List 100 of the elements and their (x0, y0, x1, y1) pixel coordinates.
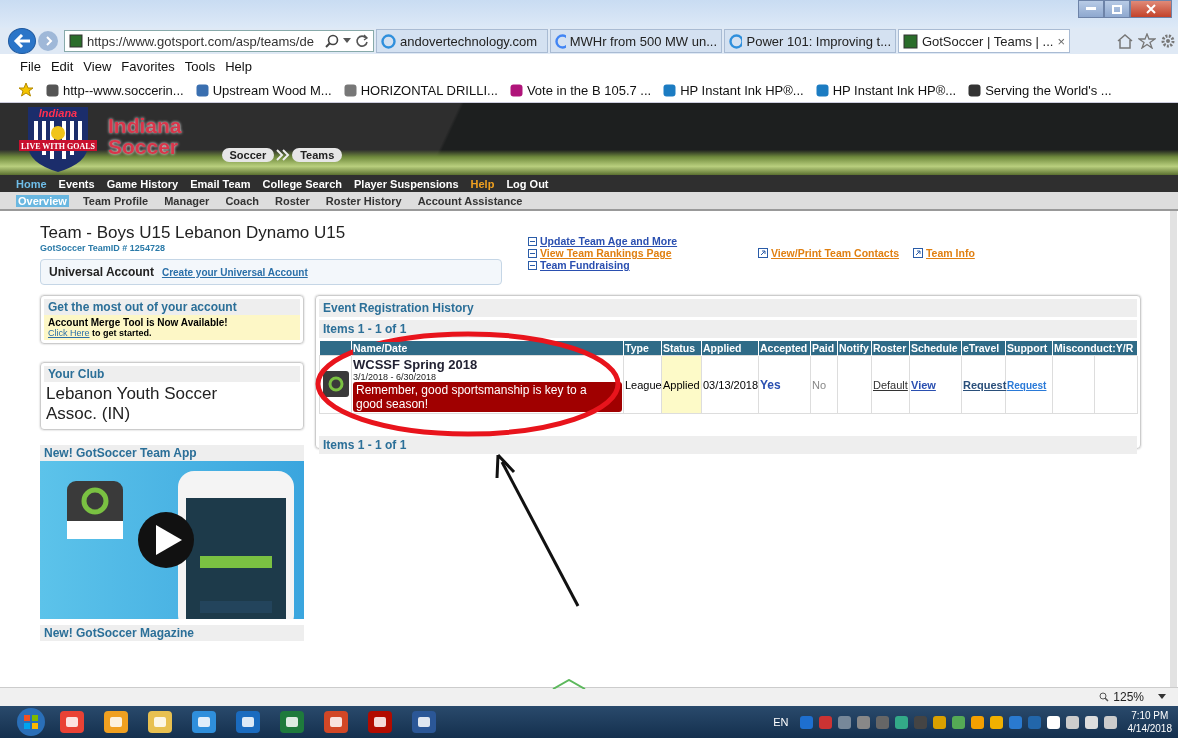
back-button[interactable] (8, 28, 36, 54)
maximize-button[interactable] (1104, 0, 1130, 18)
site-name: Indiana Soccer (108, 115, 182, 157)
menu-item[interactable]: File (20, 58, 41, 74)
table-cell: No (812, 378, 827, 391)
address-bar[interactable]: https://www.gotsport.com/asp/teams/de (64, 30, 374, 52)
team-title: Team - Boys U15 Lebanon Dynamo U15 (40, 223, 347, 243)
team-link[interactable]: Team Fundraising (540, 259, 630, 271)
menu-item[interactable]: Favorites (121, 58, 175, 74)
home-icon[interactable] (1116, 33, 1134, 49)
menu-item[interactable]: Edit (50, 58, 74, 74)
breadcrumb-link[interactable]: Soccer (221, 148, 275, 162)
subnav-tab[interactable]: Team Profile (80, 194, 151, 207)
expand-box-icon (528, 248, 537, 258)
column-header: Name/Date (353, 342, 408, 354)
clock-date: 4/14/2018 (1127, 722, 1172, 735)
panel-title: Your Club (44, 366, 300, 382)
badge-text: LIVE WITH GOALS (20, 142, 96, 151)
schedule-link[interactable]: View (911, 378, 936, 391)
settings-icon[interactable] (1160, 33, 1176, 49)
pagination-text: Items 1 - 1 of 1 (319, 320, 1137, 338)
refresh-icon[interactable] (355, 34, 369, 48)
browser-tab[interactable]: GotSoccer | Teams | ... × (898, 29, 1070, 53)
column-header: Support (1007, 342, 1048, 354)
app-tile-drawing (67, 481, 123, 539)
column-header: Misconduct:Y/R (1054, 342, 1134, 354)
nav-link[interactable]: Home (16, 177, 47, 190)
clock[interactable]: 7:10 PM 4/14/2018 (1127, 709, 1172, 735)
favorite-link[interactable]: Upstream Wood M... (195, 82, 332, 98)
event-name[interactable]: WCSSF Spring 2018 (353, 357, 622, 372)
column-header: Paid (812, 342, 835, 354)
nav-link[interactable]: Game History (106, 177, 179, 190)
tray-icon[interactable] (1083, 714, 1099, 730)
accepted-cell: Yes (760, 377, 781, 392)
team-id: GotSoccer TeamID # 1254728 (40, 243, 166, 253)
nav-link[interactable]: Help (470, 177, 495, 190)
nav-link[interactable]: College Search (262, 177, 342, 190)
browser-tab[interactable]: MWHr from 500 MW un... (550, 29, 722, 53)
nav-link[interactable]: Events (58, 177, 95, 190)
bookmark-icon (663, 83, 677, 97)
browser-tab[interactable]: andovertechnology.com (376, 29, 548, 53)
browser-tab[interactable]: Power 101: Improving t... (724, 29, 896, 53)
tray-icon[interactable] (1102, 714, 1118, 730)
dropdown-icon[interactable] (343, 38, 351, 44)
tray-icon[interactable] (1045, 714, 1061, 730)
tray-icon[interactable] (969, 714, 985, 730)
menu-item[interactable]: Tools (184, 58, 216, 74)
column-header: eTravel (963, 342, 1000, 354)
star-icon[interactable] (1138, 33, 1156, 49)
clock-time: 7:10 PM (1131, 709, 1169, 722)
page-icon (69, 34, 83, 48)
event-logo-icon (322, 370, 349, 397)
notice-text: Click Here to get started. (48, 328, 153, 338)
team-link[interactable]: Update Team Age and More (540, 235, 678, 247)
roster-link[interactable]: Default (873, 378, 908, 391)
nav-link[interactable]: Player Suspensions (354, 177, 459, 190)
subnav-tab[interactable]: Roster History (323, 194, 404, 207)
minimize-button[interactable] (1078, 0, 1104, 18)
favorite-link[interactable]: HP Instant Ink HP®... (663, 82, 804, 98)
nav-link[interactable]: Log Out (506, 177, 549, 190)
tray-icon[interactable] (988, 714, 1004, 730)
club-name: Lebanon Youth Soccer Assoc. (IN) (45, 383, 219, 425)
favorite-link[interactable]: HORIZONTAL DRILLI... (343, 82, 498, 98)
start-button[interactable] (14, 707, 48, 737)
request-link[interactable]: Request (1007, 379, 1047, 391)
subnav-tab[interactable]: Coach (223, 194, 261, 207)
subnav-tab[interactable]: Roster (273, 194, 312, 207)
scrollbar[interactable] (1170, 211, 1177, 687)
bookmark-icon (968, 83, 982, 97)
subnav-tab[interactable]: Account Assistance (415, 194, 525, 207)
create-account-link[interactable]: Create your Universal Account (161, 267, 308, 278)
expand-box-icon (528, 236, 537, 246)
nav-link[interactable]: Email Team (190, 177, 251, 190)
column-header: Type (625, 342, 649, 354)
favorite-link[interactable]: Vote in the B 105.7 ... (509, 82, 652, 98)
close-icon (1146, 4, 1156, 14)
chevron-icon (552, 679, 586, 689)
table-cell: 03/13/2018 (703, 378, 759, 391)
click-here-link[interactable]: Click Here (48, 328, 90, 338)
search-icon[interactable] (325, 34, 339, 48)
expand-box-icon (528, 260, 537, 270)
video-thumbnail[interactable] (40, 461, 304, 619)
language-indicator[interactable]: EN (773, 716, 789, 728)
column-header: Notify (839, 342, 869, 354)
tray-icon[interactable] (931, 714, 947, 730)
dropdown-icon[interactable] (1158, 694, 1166, 700)
pagination-text: Items 1 - 1 of 1 (319, 436, 1137, 454)
favorite-link[interactable]: HP Instant Ink HP®... (815, 82, 957, 98)
menu-item[interactable]: View (83, 58, 112, 74)
play-icon[interactable] (138, 512, 194, 568)
zoom-level[interactable]: 125% (1113, 690, 1144, 704)
favorite-link[interactable]: Serving the World's ... (968, 82, 1112, 98)
close-button[interactable] (1130, 0, 1172, 18)
favorites-star-icon[interactable] (18, 82, 34, 98)
subnav-tab[interactable]: Manager (162, 194, 212, 207)
menu-item[interactable]: Help (225, 58, 252, 74)
breadcrumb-link[interactable]: Teams (292, 148, 343, 162)
panel-title: Event Registration History (319, 299, 1137, 317)
favorite-link[interactable]: http--www.soccerin... (46, 82, 184, 98)
tray-icon[interactable] (1064, 714, 1080, 730)
